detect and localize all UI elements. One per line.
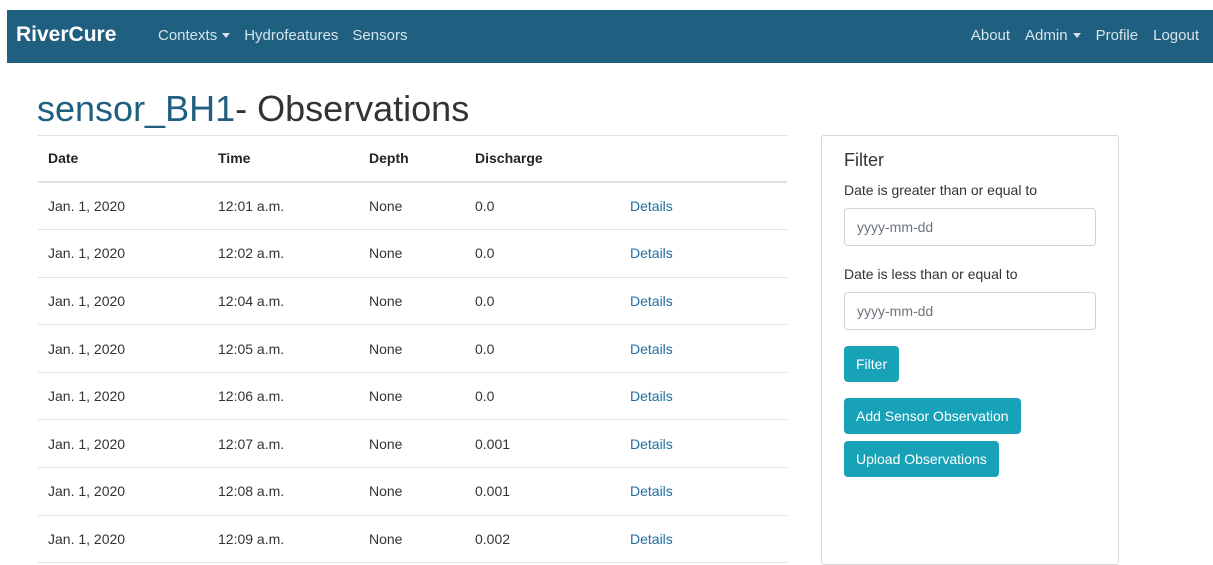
header-date: Date [38,135,208,183]
table-row: Jan. 1, 2020 12:09 a.m. None 0.002 Details [38,515,787,564]
cell-time: 12:08 a.m. [208,467,359,516]
cell-time: 12:02 a.m. [208,229,359,278]
cell-date: Jan. 1, 2020 [38,419,208,469]
header-actions [620,135,787,183]
nav-contexts[interactable]: Contexts [158,27,231,44]
cell-discharge: 0.0 [465,372,620,421]
cell-date: Jan. 1, 2020 [38,229,208,278]
details-link[interactable]: Details [630,198,673,214]
observations-table: Date Time Depth Discharge Jan. 1, 2020 12… [38,135,787,564]
details-link[interactable]: Details [630,483,673,499]
filter-title: Filter [844,150,884,170]
cell-depth: None [359,372,465,421]
nav-hydrofeatures[interactable]: Hydrofeatures [244,27,338,44]
nav-profile[interactable]: Profile [1096,27,1139,44]
cell-discharge: 0.001 [465,467,620,516]
navbar: RiverCure Contexts Hydrofeatures Sensors… [7,10,1213,63]
date-lte-input[interactable] [844,292,1096,330]
cell-depth: None [359,181,465,231]
cell-time: 12:04 a.m. [208,277,359,326]
cell-discharge: 0.002 [465,515,620,564]
table-row: Jan. 1, 2020 12:01 a.m. None 0.0 Details [38,181,787,231]
table-row: Jan. 1, 2020 12:04 a.m. None 0.0 Details [38,277,787,326]
table-header-row: Date Time Depth Discharge [38,135,787,183]
table-row: Jan. 1, 2020 12:06 a.m. None 0.0 Details [38,372,787,421]
cell-actions: Details [620,372,787,421]
cell-discharge: 0.001 [465,419,620,469]
details-link[interactable]: Details [630,341,673,357]
nav-profile-label: Profile [1095,27,1139,44]
cell-time: 12:01 a.m. [208,181,359,231]
cell-depth: None [359,419,465,469]
nav-logout[interactable]: Logout [1153,27,1199,44]
date-lte-label: Date is less than or equal to [844,266,1018,282]
nav-admin-label: Admin [1025,27,1068,44]
date-gte-input[interactable] [844,208,1096,246]
cell-time: 12:09 a.m. [208,515,359,564]
details-link[interactable]: Details [630,293,673,309]
cell-date: Jan. 1, 2020 [38,372,208,421]
sensor-name: sensor_BH1 [37,88,236,129]
table-row: Jan. 1, 2020 12:05 a.m. None 0.0 Details [38,324,787,373]
cell-date: Jan. 1, 2020 [38,324,208,373]
upload-observations-button[interactable]: Upload Observations [844,441,999,477]
table-row: Jan. 1, 2020 12:08 a.m. None 0.001 Details [38,467,787,516]
cell-time: 12:07 a.m. [208,419,359,469]
nav-about[interactable]: About [971,27,1010,44]
title-suffix: - Observations [235,88,470,129]
cell-actions: Details [620,515,787,564]
brand-logo[interactable]: RiverCure [16,23,116,47]
nav-left: Contexts Hydrofeatures Sensors [158,27,407,44]
nav-about-label: About [970,27,1011,44]
chevron-down-icon [222,33,231,38]
cell-date: Jan. 1, 2020 [38,277,208,326]
cell-discharge: 0.0 [465,324,620,373]
cell-discharge: 0.0 [465,181,620,231]
details-link[interactable]: Details [630,436,673,452]
nav-sensors-label: Sensors [352,27,408,44]
cell-time: 12:05 a.m. [208,324,359,373]
date-gte-label: Date is greater than or equal to [844,182,1038,198]
cell-actions: Details [620,229,787,278]
cell-discharge: 0.0 [465,229,620,278]
details-link[interactable]: Details [630,531,673,547]
cell-date: Jan. 1, 2020 [38,467,208,516]
filter-button[interactable]: Filter [844,346,900,382]
cell-depth: None [359,277,465,326]
nav-contexts-label: Contexts [158,27,218,44]
cell-discharge: 0.0 [465,277,620,326]
cell-actions: Details [620,324,787,373]
cell-time: 12:06 a.m. [208,372,359,421]
chevron-down-icon [1072,33,1081,38]
cell-actions: Details [620,277,787,326]
nav-logout-label: Logout [1153,27,1199,44]
cell-actions: Details [620,467,787,516]
add-sensor-observation-button[interactable]: Add Sensor Observation [844,398,1021,434]
page-title: sensor_BH1- Observations [37,88,469,130]
cell-depth: None [359,515,465,564]
header-depth: Depth [359,135,465,183]
cell-depth: None [359,467,465,516]
table-body: Jan. 1, 2020 12:01 a.m. None 0.0 Details Jan.… [38,181,787,564]
nav-sensors[interactable]: Sensors [352,27,407,44]
cell-date: Jan. 1, 2020 [38,181,208,231]
details-link[interactable]: Details [630,245,673,261]
cell-depth: None [359,324,465,373]
nav-admin[interactable]: Admin [1025,27,1081,44]
details-link[interactable]: Details [630,388,673,404]
header-discharge: Discharge [465,135,620,183]
filter-panel: Filter Date is greater than or equal to … [821,135,1119,565]
cell-date: Jan. 1, 2020 [38,515,208,564]
nav-hydrofeatures-label: Hydrofeatures [244,27,339,44]
table-row: Jan. 1, 2020 12:07 a.m. None 0.001 Details [38,419,787,469]
cell-actions: Details [620,419,787,469]
cell-actions: Details [620,181,787,231]
cell-depth: None [359,229,465,278]
table-row: Jan. 1, 2020 12:02 a.m. None 0.0 Details [38,229,787,278]
nav-right: About Admin Profile Logout [971,27,1199,44]
header-time: Time [208,135,359,183]
